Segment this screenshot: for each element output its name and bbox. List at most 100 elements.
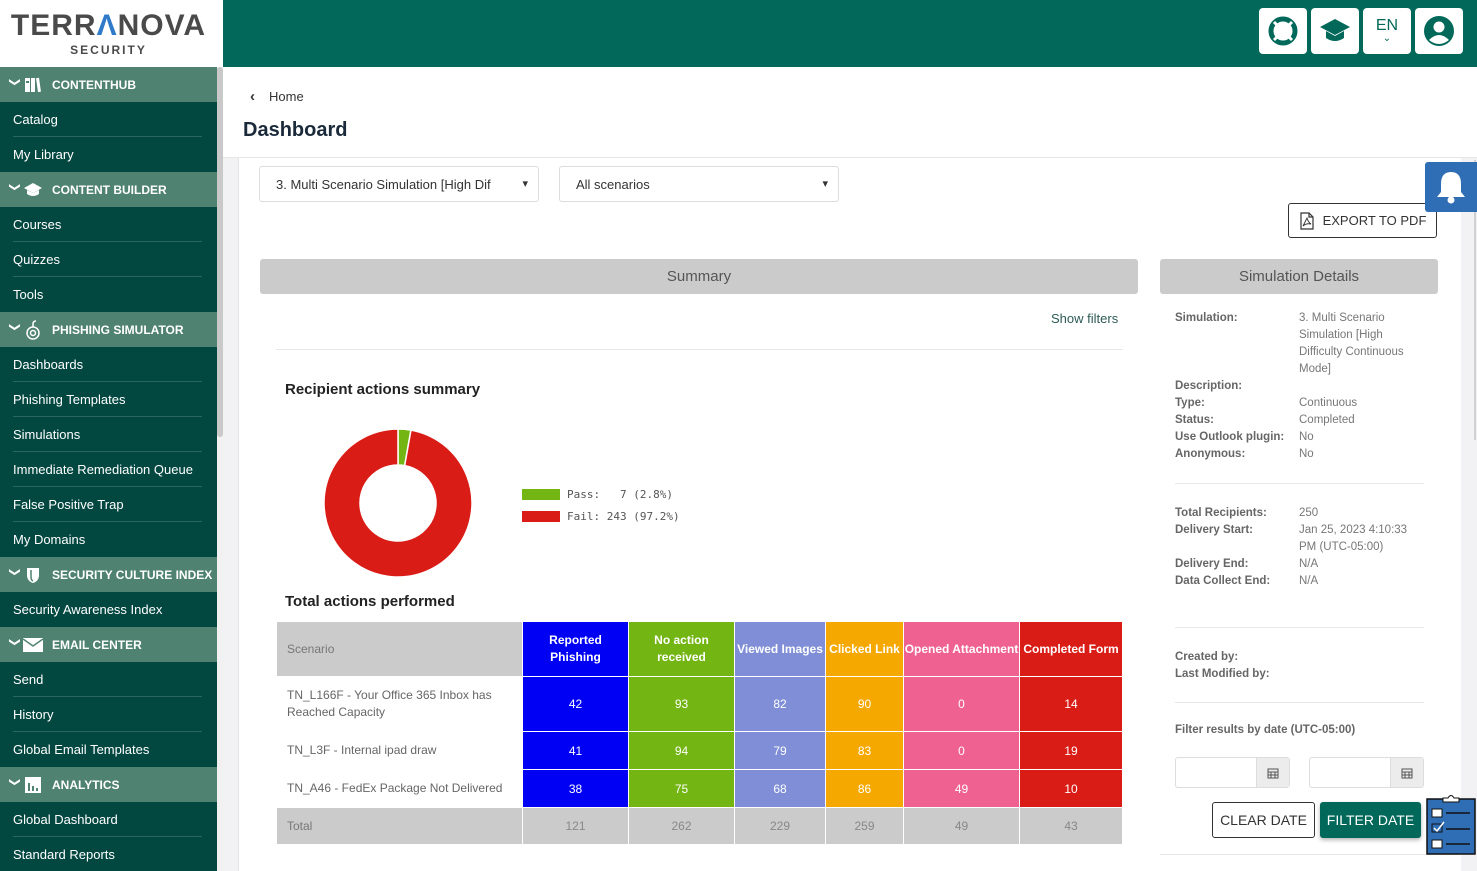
sidebar-item-false-positive-trap[interactable]: False Positive Trap [13, 487, 202, 522]
end-date-input[interactable] [1309, 757, 1424, 788]
scenario-select[interactable]: All scenarios ▾ [559, 166, 839, 202]
details-divider [1160, 854, 1460, 855]
at-hook-icon [22, 319, 44, 340]
sidebar-item-quizzes[interactable]: Quizzes [13, 242, 202, 277]
chevron-down-icon: ❯ [8, 182, 21, 192]
language-label: EN [1375, 17, 1399, 34]
table-cell: 0 [903, 731, 1020, 770]
legend-label-pass: Pass: 7 (2.8%) [567, 487, 673, 501]
sidebar-section-content-builder[interactable]: ❯ CONTENT BUILDER [0, 172, 217, 207]
filter-date-button[interactable]: FILTER DATE [1320, 802, 1421, 838]
total-cell: 49 [903, 807, 1020, 845]
sidebar-item-global-email-templates[interactable]: Global Email Templates [13, 732, 202, 767]
graduation-cap-icon [1320, 19, 1350, 41]
table-cell: 75 [628, 769, 735, 808]
detail-value: Continuous [1299, 397, 1358, 409]
sidebar-item-courses[interactable]: Courses [13, 207, 202, 242]
detail-key: Data Collect End: [1175, 575, 1271, 587]
pdf-file-icon [1299, 211, 1314, 230]
terranova-logo[interactable]: TERRΛNOVA SECURITY [0, 0, 217, 67]
notifications-button[interactable] [1425, 162, 1477, 212]
column-header-viewed-images: Viewed Images [734, 621, 826, 677]
detail-value: No [1299, 448, 1314, 460]
content-gutter [223, 158, 239, 871]
chevron-down-icon: ❯ [8, 567, 21, 577]
table-cell: 42 [522, 676, 629, 732]
column-header-scenario: Scenario [276, 621, 523, 677]
total-cell: 121 [522, 807, 629, 845]
user-profile-button[interactable] [1415, 8, 1463, 54]
sidebar-item-global-dashboard[interactable]: Global Dashboard [13, 802, 202, 837]
logo-text: TERRΛNOVA [10, 8, 207, 42]
detail-row: Last Modified by: [1175, 666, 1419, 683]
breadcrumb-home-link[interactable]: Home [269, 89, 304, 104]
sidebar-section-contenthub[interactable]: ❯ CONTENTHUB [0, 67, 217, 102]
table-cell: 0 [903, 676, 1020, 732]
detail-key: Delivery End: [1175, 558, 1249, 570]
table-row: TN_L3F - Internal ipad draw 41 94 79 83 0 19 [276, 731, 1123, 770]
detail-key: Description: [1175, 380, 1243, 392]
sidebar-item-immediate-remediation-queue[interactable]: Immediate Remediation Queue [13, 452, 202, 487]
sidebar-section-label: CONTENT BUILDER [52, 182, 167, 197]
training-button[interactable] [1311, 8, 1359, 54]
sidebar-item-history[interactable]: History [13, 697, 202, 732]
help-button[interactable] [1259, 8, 1307, 54]
breadcrumb[interactable]: ‹ Home [250, 88, 304, 105]
sidebar-item-simulations[interactable]: Simulations [13, 417, 202, 452]
checklist-clipboard-icon[interactable] [1426, 793, 1476, 855]
detail-row: Use Outlook plugin: No [1175, 429, 1419, 446]
sidebar-item-tools[interactable]: Tools [13, 277, 202, 312]
sidebar-item-my-domains[interactable]: My Domains [13, 522, 202, 557]
detail-value: Completed [1299, 414, 1355, 426]
details-divider [1175, 627, 1424, 628]
detail-value: 3. Multi Scenario Simulation [High Diffi… [1299, 312, 1404, 375]
detail-key: Use Outlook plugin: [1175, 431, 1285, 443]
date-filter-label: Filter results by date (UTC-05:00) [1175, 724, 1356, 736]
chevron-left-icon: ‹ [250, 88, 255, 105]
sidebar-item-standard-reports[interactable]: Standard Reports [13, 837, 202, 871]
lifebuoy-icon [1268, 16, 1298, 46]
start-date-input[interactable] [1175, 757, 1290, 788]
total-cell: 43 [1019, 807, 1123, 845]
sidebar-section-label: EMAIL CENTER [52, 637, 142, 652]
detail-row: Delivery Start: Jan 25, 2023 4:10:33 PM (… [1175, 522, 1419, 556]
sidebar-item-phishing-templates[interactable]: Phishing Templates [13, 382, 202, 417]
details-group-general: Simulation: 3. Multi Scenario Simulation … [1175, 310, 1419, 463]
sidebar-section-security-culture-index[interactable]: ❯ SECURITY CULTURE INDEX [0, 557, 217, 592]
sidebar-section-label: PHISHING SIMULATOR [52, 322, 184, 337]
column-header-no-action-received: No action received [628, 621, 735, 677]
export-pdf-button[interactable]: EXPORT TO PDF [1288, 203, 1437, 238]
total-cell: 259 [825, 807, 904, 845]
detail-row: Simulation: 3. Multi Scenario Simulation … [1175, 310, 1419, 378]
clear-date-button[interactable]: CLEAR DATE [1212, 802, 1315, 838]
books-icon [22, 77, 44, 93]
detail-key: Last Modified by: [1175, 668, 1270, 680]
language-selector[interactable]: EN ⌄ [1363, 8, 1411, 54]
table-cell: 14 [1019, 676, 1123, 732]
total-cell: 262 [628, 807, 735, 845]
detail-value [1299, 378, 1419, 395]
sidebar-item-security-awareness-index[interactable]: Security Awareness Index [13, 592, 202, 627]
sidebar-section-phishing-simulator[interactable]: ❯ PHISHING SIMULATOR [0, 312, 217, 347]
show-filters-link[interactable]: Show filters [1051, 311, 1118, 326]
column-header-reported-phishing: Reported Phishing [522, 621, 629, 677]
simulation-select[interactable]: 3. Multi Scenario Simulation [High Dif ▾ [259, 166, 539, 202]
sidebar-item-my-library[interactable]: My Library [13, 137, 202, 172]
sidebar-section-email-center[interactable]: ❯ EMAIL CENTER [0, 627, 217, 662]
table-cell: 86 [825, 769, 904, 808]
details-divider [1175, 702, 1424, 703]
scenario-select-value: All scenarios [576, 176, 650, 192]
sidebar-item-send[interactable]: Send [13, 662, 202, 697]
export-pdf-label: EXPORT TO PDF [1322, 213, 1427, 228]
detail-value: N/A [1299, 575, 1319, 587]
sidebar-section-label: SECURITY CULTURE INDEX [52, 567, 213, 582]
sidebar-item-catalog[interactable]: Catalog [13, 102, 202, 137]
sidebar-section-analytics[interactable]: ❯ ANALYTICS [0, 767, 217, 802]
calendar-icon[interactable] [1256, 758, 1289, 787]
detail-key: Total Recipients: [1175, 507, 1267, 519]
sidebar-item-dashboards[interactable]: Dashboards [13, 347, 202, 382]
detail-value: No [1299, 431, 1314, 443]
detail-row: Status: Completed [1175, 412, 1419, 429]
calendar-icon[interactable] [1390, 758, 1423, 787]
table-cell: 68 [734, 769, 826, 808]
